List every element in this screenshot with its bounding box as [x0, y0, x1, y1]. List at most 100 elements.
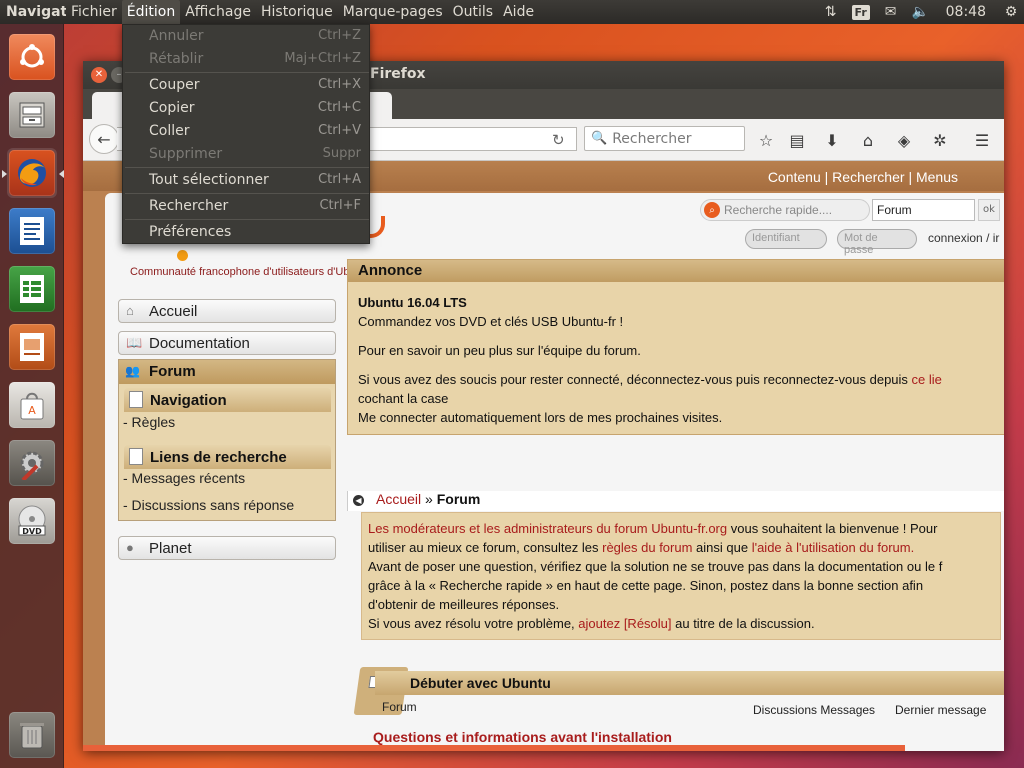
quick-search-scope-select[interactable]: Forum — [872, 199, 975, 221]
volume-icon[interactable]: 🔈 — [906, 0, 936, 24]
menu-marque-pages[interactable]: Marque-pages — [338, 0, 448, 24]
back-circle-icon[interactable]: ◀ — [353, 495, 364, 506]
menu-item-coller-label: Coller — [149, 123, 190, 139]
welcome-moderators-link[interactable]: Les modérateurs et les administrateurs d… — [368, 521, 727, 536]
back-button[interactable]: ← — [89, 124, 119, 154]
sidebar-navigation-header: Navigation — [124, 388, 331, 412]
link-rechercher[interactable]: Rechercher — [832, 169, 904, 185]
menu-item-rechercher-label: Rechercher — [149, 198, 229, 214]
launcher-firefox[interactable] — [2, 148, 64, 198]
dvd-icon: DVD — [9, 498, 55, 544]
forum-link-questions-installation[interactable]: Questions et informations avant l'instal… — [373, 729, 672, 745]
menu-fichier[interactable]: Fichier — [66, 0, 122, 24]
sidebar-documentation[interactable]: 📖 Documentation — [118, 331, 336, 355]
login-username-field[interactable]: Identifiant — [745, 229, 827, 249]
menu-item-preferences[interactable]: Préférences — [123, 221, 369, 244]
menu-item-copier[interactable]: Copier Ctrl+C — [123, 97, 369, 120]
announcement-login-link[interactable]: ce lie — [912, 372, 942, 387]
menu-item-coller[interactable]: Coller Ctrl+V — [123, 120, 369, 143]
menu-item-rechercher[interactable]: Rechercher Ctrl+F — [123, 195, 369, 218]
system-menu-icon[interactable]: ⚙ — [998, 0, 1024, 24]
launcher-dvd[interactable]: DVD — [7, 496, 57, 546]
menu-item-retablir[interactable]: Rétablir Maj+Ctrl+Z — [123, 48, 369, 71]
link-contenu[interactable]: Contenu — [768, 169, 821, 185]
reload-icon[interactable]: ↻ — [552, 131, 565, 149]
sidebar-link-discussions-sans-reponse[interactable]: - Discussions sans réponse — [123, 497, 294, 513]
welcome-line-6: Si vous avez résolu votre problème, ajou… — [368, 616, 815, 631]
sidebar-accueil[interactable]: ⌂ Accueil — [118, 299, 336, 323]
welcome-line-6a: Si vous avez résolu votre problème, — [368, 616, 579, 631]
column-header-forum: Forum — [382, 700, 417, 714]
search-icon: ⌕ — [704, 202, 720, 218]
welcome-line-4: grâce à la « Recherche rapide » en haut … — [368, 578, 924, 593]
launcher-software[interactable]: A — [7, 380, 57, 430]
connexion-link[interactable]: connexion — [928, 231, 983, 245]
login-password-field[interactable]: Mot de passe — [837, 229, 917, 256]
menu-item-annuler[interactable]: Annuler Ctrl+Z — [123, 25, 369, 48]
sidebar-planet[interactable]: ● Planet — [118, 536, 336, 560]
sidebar-forum[interactable]: 👥 Forum — [119, 360, 335, 384]
firefox-icon — [9, 150, 55, 196]
keyboard-layout-indicator[interactable]: Fr — [846, 0, 876, 24]
close-window-icon[interactable]: ✕ — [91, 67, 107, 83]
launcher-calc[interactable] — [7, 264, 57, 314]
menu-item-tout-selectionner[interactable]: Tout sélectionner Ctrl+A — [123, 169, 369, 192]
home-icon[interactable]: ⌂ — [856, 129, 880, 151]
menu-item-couper-label: Couper — [149, 77, 200, 93]
breadcrumb-accueil[interactable]: Accueil — [376, 491, 421, 507]
launcher-trash[interactable] — [7, 710, 57, 760]
menu-affichage[interactable]: Affichage — [180, 0, 256, 24]
file-cabinet-icon — [9, 92, 55, 138]
indicators: ⇅ Fr ✉ 🔈 08:48 ⚙ — [816, 0, 1024, 24]
sidebar-liens-header: Liens de recherche — [124, 445, 331, 469]
network-icon[interactable]: ⇅ — [816, 0, 846, 24]
welcome-resolu-link[interactable]: ajoutez [Résolu] — [578, 616, 671, 631]
welcome-line-2b: ainsi que — [692, 540, 752, 555]
menu-historique[interactable]: Historique — [256, 0, 338, 24]
extensions-icon[interactable]: ✲ — [928, 129, 952, 151]
link-menus[interactable]: Menus — [916, 169, 958, 185]
menu-item-tout-selectionner-shortcut: Ctrl+A — [318, 172, 361, 187]
launcher-files[interactable] — [7, 90, 57, 140]
menu-outils[interactable]: Outils — [448, 0, 498, 24]
running-indicator — [2, 170, 7, 178]
announcement-link-team[interactable]: Pour en savoir un peu plus sur l'équipe … — [358, 343, 641, 358]
quick-search-input[interactable]: ⌕ Recherche rapide.... — [700, 199, 870, 221]
quick-search-ok-button[interactable]: ok — [978, 199, 1000, 221]
launcher-impress[interactable] — [7, 322, 57, 372]
inscription-link-truncated[interactable]: ir — [993, 231, 1000, 245]
welcome-help-link[interactable]: l'aide à l'utilisation du forum. — [752, 540, 915, 555]
launcher-ubuntu-dash[interactable] — [7, 32, 57, 82]
menu-edition[interactable]: Édition — [121, 0, 181, 24]
quick-search-placeholder: Recherche rapide.... — [724, 203, 833, 217]
clock[interactable]: 08:48 — [936, 4, 998, 20]
top-panel: Navigateur web Firefox Fichier Édition A… — [0, 0, 1024, 24]
pocket-icon[interactable]: ◈ — [892, 129, 916, 151]
launcher-writer[interactable] — [7, 206, 57, 256]
menu-item-supprimer[interactable]: Supprimer Suppr — [123, 143, 369, 166]
welcome-line-2a: utiliser au mieux ce forum, consultez le… — [368, 540, 603, 555]
menu-aide[interactable]: Aide — [498, 0, 539, 24]
sidebar-forum-panel: 👥 Forum Navigation - Règles Liens de rec… — [118, 359, 336, 521]
search-input[interactable]: 🔍 Rechercher — [584, 126, 745, 151]
welcome-line-2: utiliser au mieux ce forum, consultez le… — [368, 540, 914, 555]
welcome-rules-link[interactable]: règles du forum — [602, 540, 692, 555]
sidebar-forum-label: Forum — [149, 363, 196, 380]
bookmark-star-icon[interactable]: ☆ — [754, 129, 778, 151]
sidebar-link-regles[interactable]: - Règles — [123, 414, 175, 430]
launcher: A DVD — [0, 24, 64, 768]
menu-item-copier-shortcut: Ctrl+C — [317, 100, 361, 115]
menu-item-retablir-shortcut: Maj+Ctrl+Z — [284, 51, 361, 66]
search-placeholder: Rechercher — [612, 130, 692, 147]
edition-dropdown-menu: Annuler Ctrl+Z Rétablir Maj+Ctrl+Z Couper C… — [122, 24, 370, 244]
menu-item-couper[interactable]: Couper Ctrl+X — [123, 74, 369, 97]
announcement-line-login: Si vous avez des soucis pour rester conn… — [358, 372, 942, 387]
hamburger-menu-icon[interactable]: ☰ — [970, 129, 994, 151]
announcement-link-dvd[interactable]: Commandez vos DVD et clés USB Ubuntu-fr … — [358, 314, 623, 329]
book-icon: 📖 — [126, 335, 143, 350]
mail-icon[interactable]: ✉ — [876, 0, 906, 24]
launcher-settings[interactable] — [7, 438, 57, 488]
reading-list-icon[interactable]: ▤ — [785, 129, 809, 151]
sidebar-link-messages-recents[interactable]: - Messages récents — [123, 470, 245, 486]
downloads-icon[interactable]: ⬇ — [820, 129, 844, 151]
